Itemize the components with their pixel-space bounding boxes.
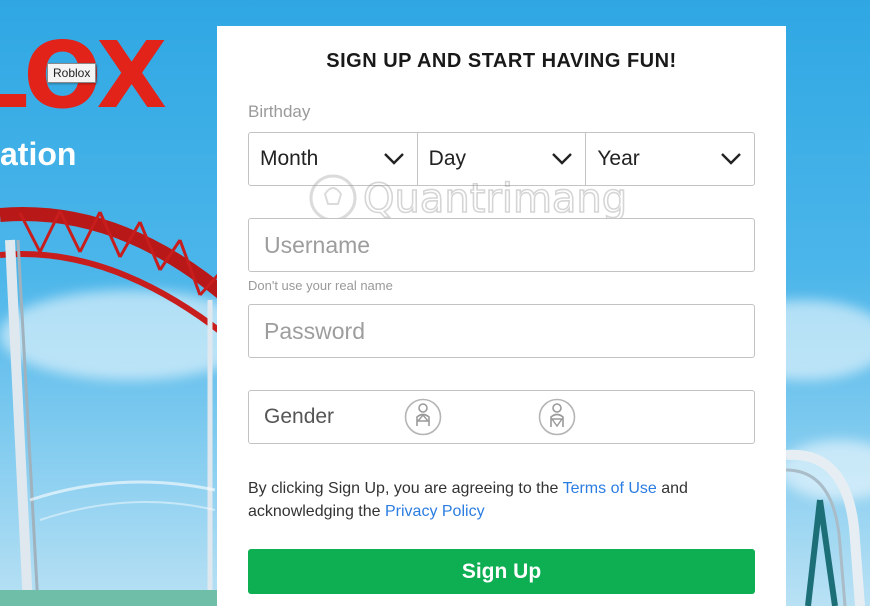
signup-panel: SIGN UP AND START HAVING FUN! Birthday M… (217, 26, 786, 606)
gender-label: Gender (264, 405, 335, 428)
watermark-text: Quantrimang (363, 176, 625, 222)
username-field[interactable] (248, 218, 755, 272)
birthday-label: Birthday (248, 102, 311, 121)
logo-tooltip: Roblox (47, 63, 97, 83)
gender-field: Gender (248, 390, 755, 444)
username-input[interactable] (249, 219, 754, 271)
terms-of-use-link[interactable]: Terms of Use (563, 480, 657, 497)
password-field[interactable] (248, 304, 755, 358)
terms-text: By clicking Sign Up, you are agreeing to… (248, 477, 748, 523)
female-icon[interactable] (538, 398, 576, 436)
password-input[interactable] (249, 305, 754, 357)
chevron-down-icon (383, 153, 404, 165)
signup-title: SIGN UP AND START HAVING FUN! (326, 50, 677, 72)
username-hint: Don't use your real name (248, 278, 393, 293)
chevron-down-icon (552, 153, 573, 165)
hero-subtitle: ation (0, 136, 77, 172)
chevron-down-icon (721, 153, 741, 165)
terms-prefix: By clicking Sign Up, you are agreeing to… (248, 480, 563, 497)
male-icon[interactable] (404, 398, 442, 436)
privacy-policy-link[interactable]: Privacy Policy (385, 503, 485, 520)
sign-up-button[interactable]: Sign Up (248, 549, 755, 594)
